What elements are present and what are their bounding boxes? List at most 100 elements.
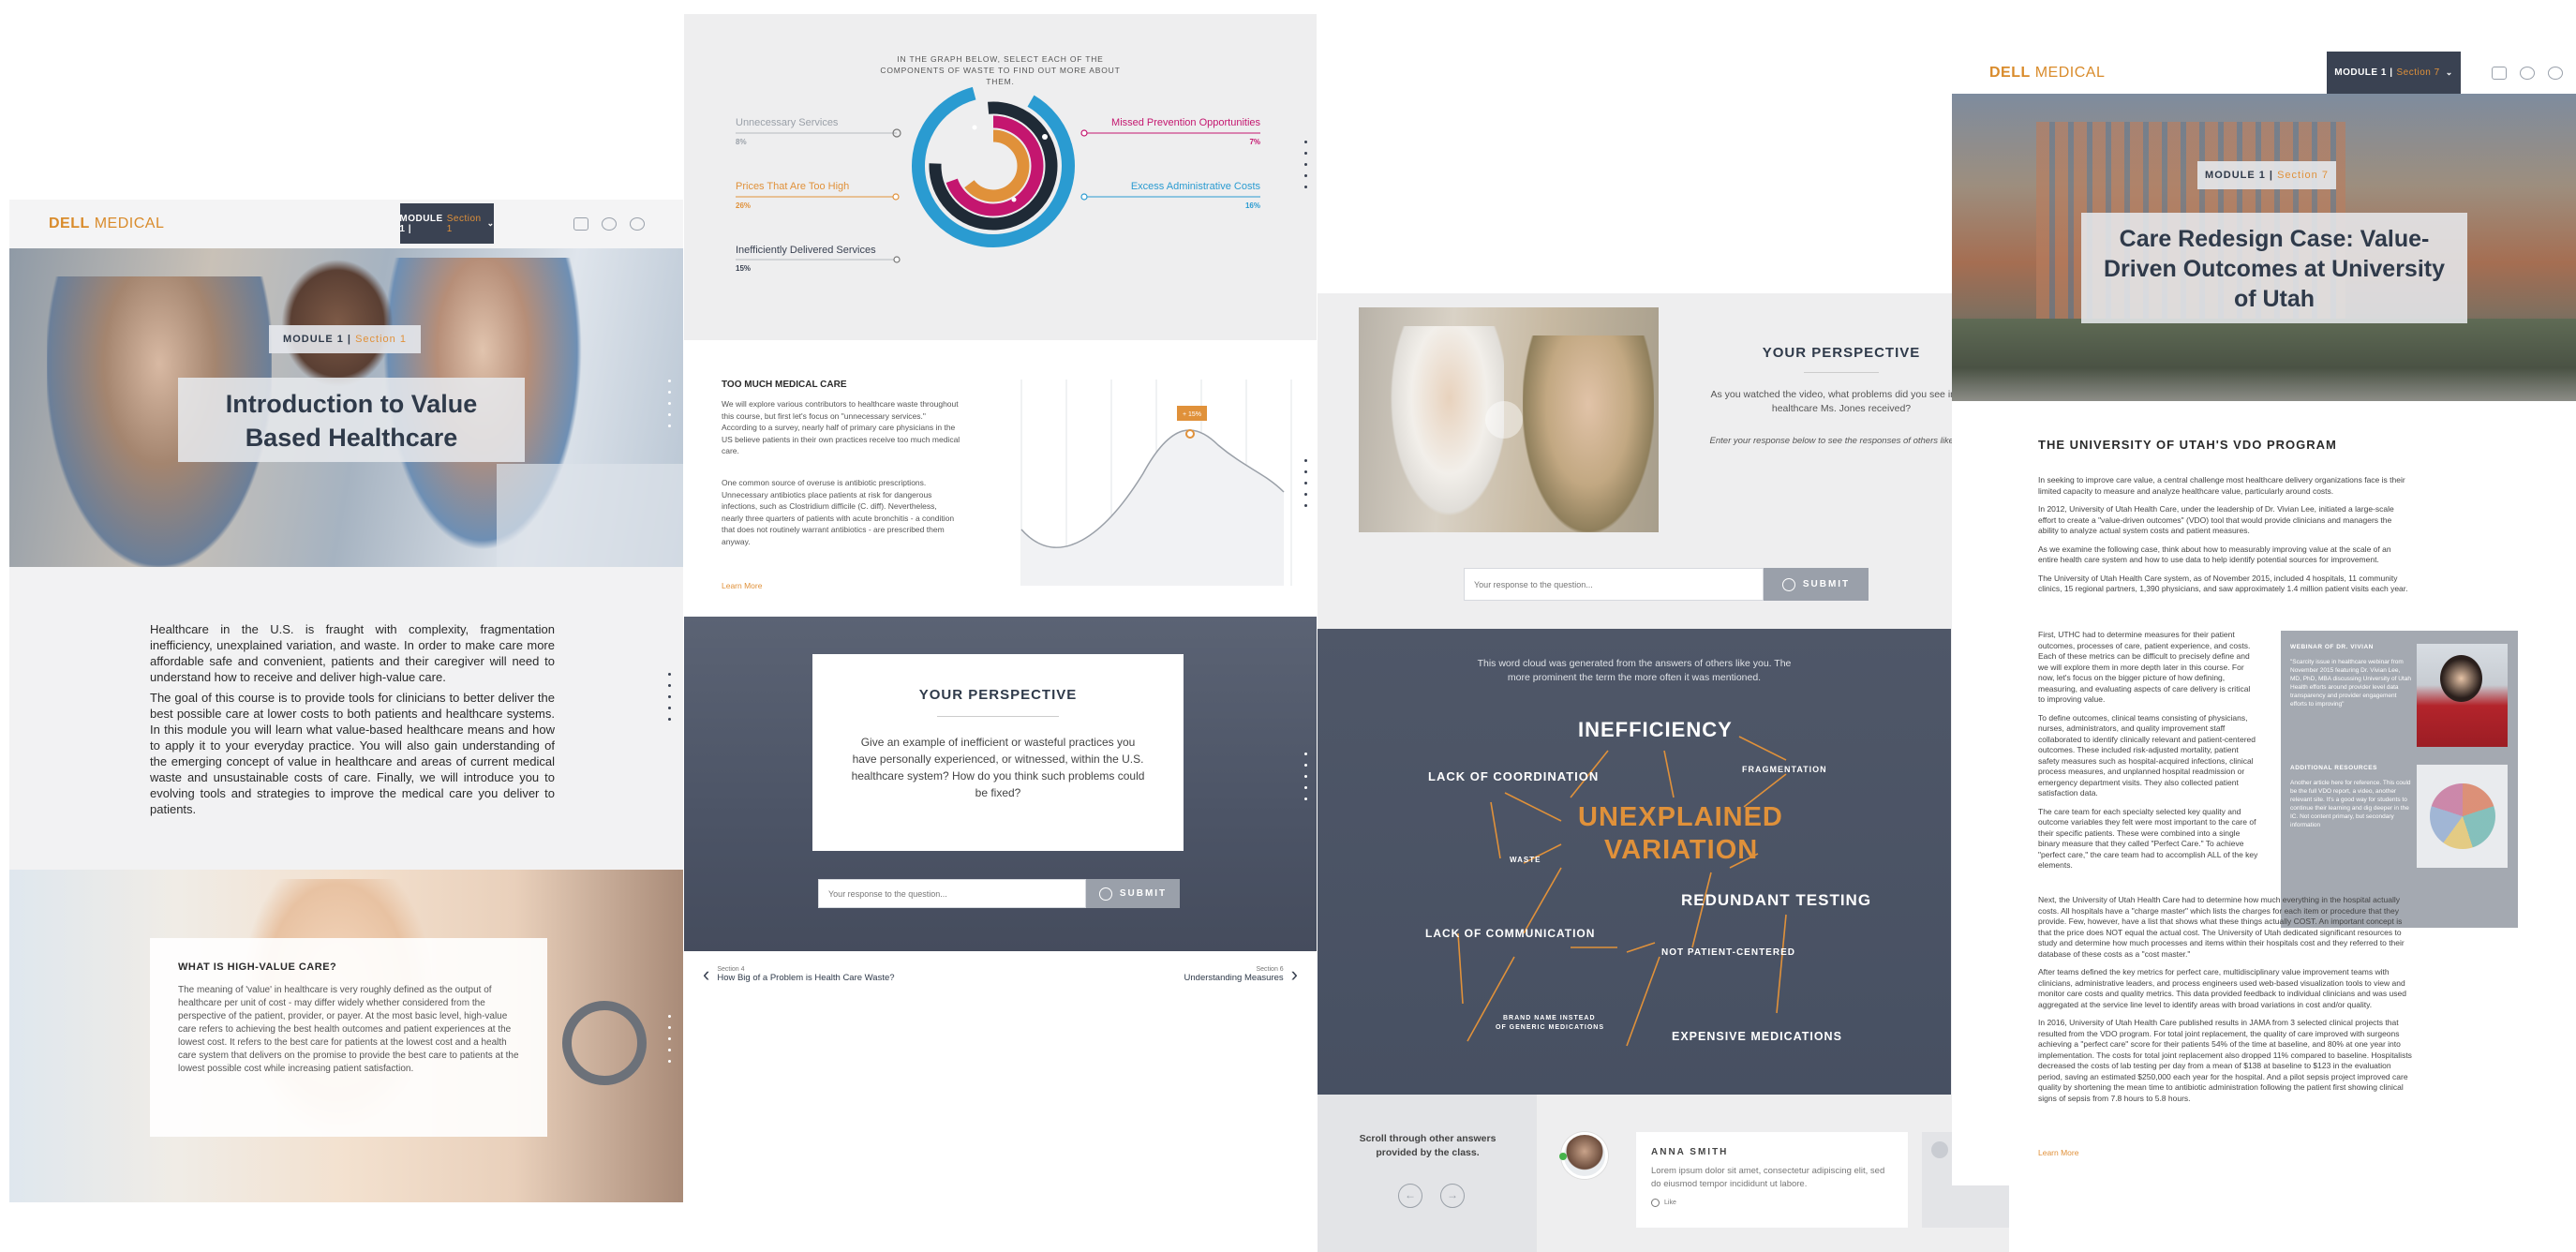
waste-unnecessary-services-pct: 8% (736, 138, 747, 146)
program-intro: In seeking to improve care value, a cent… (2038, 475, 2408, 593)
waste-missed-prevention[interactable]: Missed Prevention Opportunities (1096, 117, 1260, 128)
scroll-dots[interactable] (1304, 141, 1308, 197)
stethoscope-image: WHAT IS HIGH-VALUE CARE? The meaning of … (9, 870, 683, 1202)
play-icon[interactable] (1485, 401, 1523, 439)
webinar-title: WEBINAR OF DR. VIVIAN (2290, 644, 2374, 650)
page-title: Care Redesign Case: Value-Driven Outcome… (2081, 213, 2467, 323)
high-value-body: The meaning of 'value' in healthcare is … (178, 985, 519, 1074)
module-section-tag: MODULE 1 | Section 7 (2197, 161, 2336, 189)
intro-paragraph-1: Healthcare in the U.S. is fraught with c… (150, 622, 555, 684)
high-value-card: WHAT IS HIGH-VALUE CARE? The meaning of … (150, 938, 547, 1137)
case-learn-more[interactable]: Learn More (2038, 1148, 2078, 1157)
prev-section-link[interactable]: ‹ Section 4 How Big of a Problem is Heal… (703, 962, 895, 987)
word-lack-of-communication: LACK OF COMMUNICATION (1425, 927, 1596, 940)
word-fragmentation: FRAGMENTATION (1742, 765, 1827, 774)
prev-answer-button[interactable]: ← (1398, 1184, 1422, 1208)
webinar-text: WEBINAR OF DR. VIVIAN "Scarcity issue in… (2290, 644, 2412, 708)
video-thumbnail[interactable] (1359, 307, 1659, 532)
tmc-bell-curve[interactable]: + 15% (1003, 370, 1317, 609)
next-section-link[interactable]: Section 6 Understanding Measures › (1143, 962, 1298, 987)
webinar-body: "Scarcity issue in healthcare webinar fr… (2290, 659, 2411, 708)
intro-paragraph-2: The goal of this course is to provide to… (150, 691, 555, 816)
perspective-section: YOUR PERSPECTIVE Give an example of inef… (684, 617, 1317, 951)
intro-header: DELL MEDICAL MODULE 1 | Section 1 ⌄ (9, 200, 683, 248)
perspective-card: YOUR PERSPECTIVE Give an example of inef… (812, 654, 1184, 851)
waste-inefficiently-delivered-pct: 15% (736, 264, 752, 273)
program-column: First, UTHC had to determine measures fo… (2038, 630, 2258, 870)
next-section-title: Understanding Measures (1184, 973, 1284, 983)
resources-body: Another article here for reference. This… (2290, 780, 2411, 828)
perspective-question: As you watched the video, what problems … (1710, 389, 1973, 414)
perspective-question: Give an example of inefficient or wastef… (851, 736, 1145, 799)
submit-button[interactable]: SUBMIT (1086, 879, 1180, 908)
scroll-prompt: Scroll through other answers provided by… (1359, 1133, 1496, 1158)
word-not-patient-centered: NOT PATIENT-CENTERED (1661, 947, 1795, 958)
comments-section: Scroll through other answers provided by… (1318, 1095, 2009, 1252)
hero-image-hospital: MODULE 1 | Section 7 Care Redesign Case:… (1952, 94, 2576, 401)
word-generic-medications: OF GENERIC MEDICATIONS (1496, 1024, 1604, 1031)
prev-section-number: Section 4 (717, 966, 745, 973)
comment-text: Lorem ipsum dolor sit amet, consectetur … (1651, 1166, 1885, 1189)
resources-text: ADDITIONAL RESOURCES Another article her… (2290, 765, 2412, 829)
word-waste: WASTE (1510, 856, 1541, 864)
resources-image[interactable] (2417, 765, 2508, 868)
module-section-tag: MODULE 1 | Section 1 (269, 325, 421, 353)
panel-waste: IN THE GRAPH BELOW, SELECT EACH OF THE C… (684, 14, 1317, 993)
response-input[interactable]: Your response to the question... (818, 879, 1086, 908)
waste-excess-admin[interactable]: Excess Administrative Costs (1096, 181, 1260, 192)
arrow-circle-icon (1781, 577, 1795, 591)
word-brand-name: BRAND NAME INSTEAD (1503, 1015, 1596, 1021)
like-label[interactable]: Like (1664, 1200, 1676, 1206)
resources-title: ADDITIONAL RESOURCES (2290, 765, 2377, 771)
panel-video-cloud: YOUR PERSPECTIVE As you watched the vide… (1318, 293, 2009, 1252)
scroll-dots[interactable] (668, 673, 672, 729)
chat-icon[interactable] (2492, 67, 2507, 80)
online-indicator (1559, 1153, 1567, 1160)
brand-logo[interactable]: DELL MEDICAL (49, 216, 164, 232)
scroll-dots[interactable] (1304, 459, 1308, 515)
waste-inefficiently-delivered[interactable]: Inefficiently Delivered Services (736, 245, 876, 256)
waste-unnecessary-services[interactable]: Unnecessary Services (736, 117, 838, 128)
next-section-number: Section 6 (1256, 966, 1284, 973)
response-input[interactable]: Your response to the question... (1464, 568, 1764, 601)
module-menu-button[interactable]: MODULE 1 | Section 1 ⌄ (399, 203, 495, 244)
bubble-label: + 15% (1183, 411, 1201, 418)
accessibility-icon[interactable] (630, 217, 645, 231)
tmc-title: TOO MUCH MEDICAL CARE (722, 380, 847, 390)
perspective-title: YOUR PERSPECTIVE (918, 687, 1078, 703)
accessibility-icon[interactable] (2548, 67, 2563, 80)
tmc-learn-more[interactable]: Learn More (722, 581, 762, 590)
program-title: THE UNIVERSITY OF UTAH'S VDO PROGRAM (2038, 438, 2337, 452)
module-menu-button[interactable]: MODULE 1 | Section 7 ⌄ (2327, 52, 2461, 94)
like-icon[interactable] (1651, 1199, 1660, 1207)
clock-icon[interactable] (602, 217, 617, 231)
prev-section-title: How Big of a Problem is Health Care Wast… (717, 973, 895, 983)
webinar-video-thumbnail[interactable] (2417, 644, 2508, 747)
response-row: Your response to the question... SUBMIT (818, 879, 1180, 908)
case-header: DELL MEDICAL MODULE 1 | Section 7 ⌄ (1952, 52, 2576, 94)
clock-icon[interactable] (2520, 67, 2535, 80)
submit-button[interactable]: SUBMIT (1764, 568, 1869, 601)
page-title: Introduction to Value Based Healthcare (178, 378, 525, 462)
scroll-dots[interactable] (1304, 753, 1308, 809)
waste-missed-prevention-pct: 7% (1249, 138, 1260, 146)
next-answer-button[interactable]: → (1440, 1184, 1465, 1208)
tmc-body-2: One common source of overuse is antibiot… (722, 478, 955, 546)
brand-logo[interactable]: DELL MEDICAL (1989, 65, 2105, 82)
word-inefficiency: INEFFICIENCY (1578, 718, 1733, 741)
word-redundant-testing: REDUNDANT TESTING (1681, 891, 1872, 909)
panel-intro: DELL MEDICAL MODULE 1 | Section 1 ⌄ MODULE… (9, 200, 683, 1202)
scroll-dots[interactable] (668, 1015, 672, 1071)
panel-case: DELL MEDICAL MODULE 1 | Section 7 ⌄ MODULE… (1952, 52, 2576, 1185)
scroll-dots[interactable] (668, 380, 672, 436)
chevron-down-icon: ⌄ (486, 218, 495, 228)
waste-prices-too-high[interactable]: Prices That Are Too High (736, 181, 849, 192)
tmc-body-1: We will explore various contributors to … (722, 399, 960, 455)
perspective-title: YOUR PERSPECTIVE (1762, 345, 1921, 361)
word-cloud-section: This word cloud was generated from the a… (1318, 629, 1951, 1095)
waste-donut-chart[interactable] (684, 14, 1317, 340)
avatar (1561, 1132, 1608, 1179)
program-body: Next, the University of Utah Health Care… (2038, 895, 2412, 1103)
chat-icon[interactable] (573, 217, 588, 231)
perspective-hint: Enter your response below to see the res… (1709, 436, 1973, 446)
